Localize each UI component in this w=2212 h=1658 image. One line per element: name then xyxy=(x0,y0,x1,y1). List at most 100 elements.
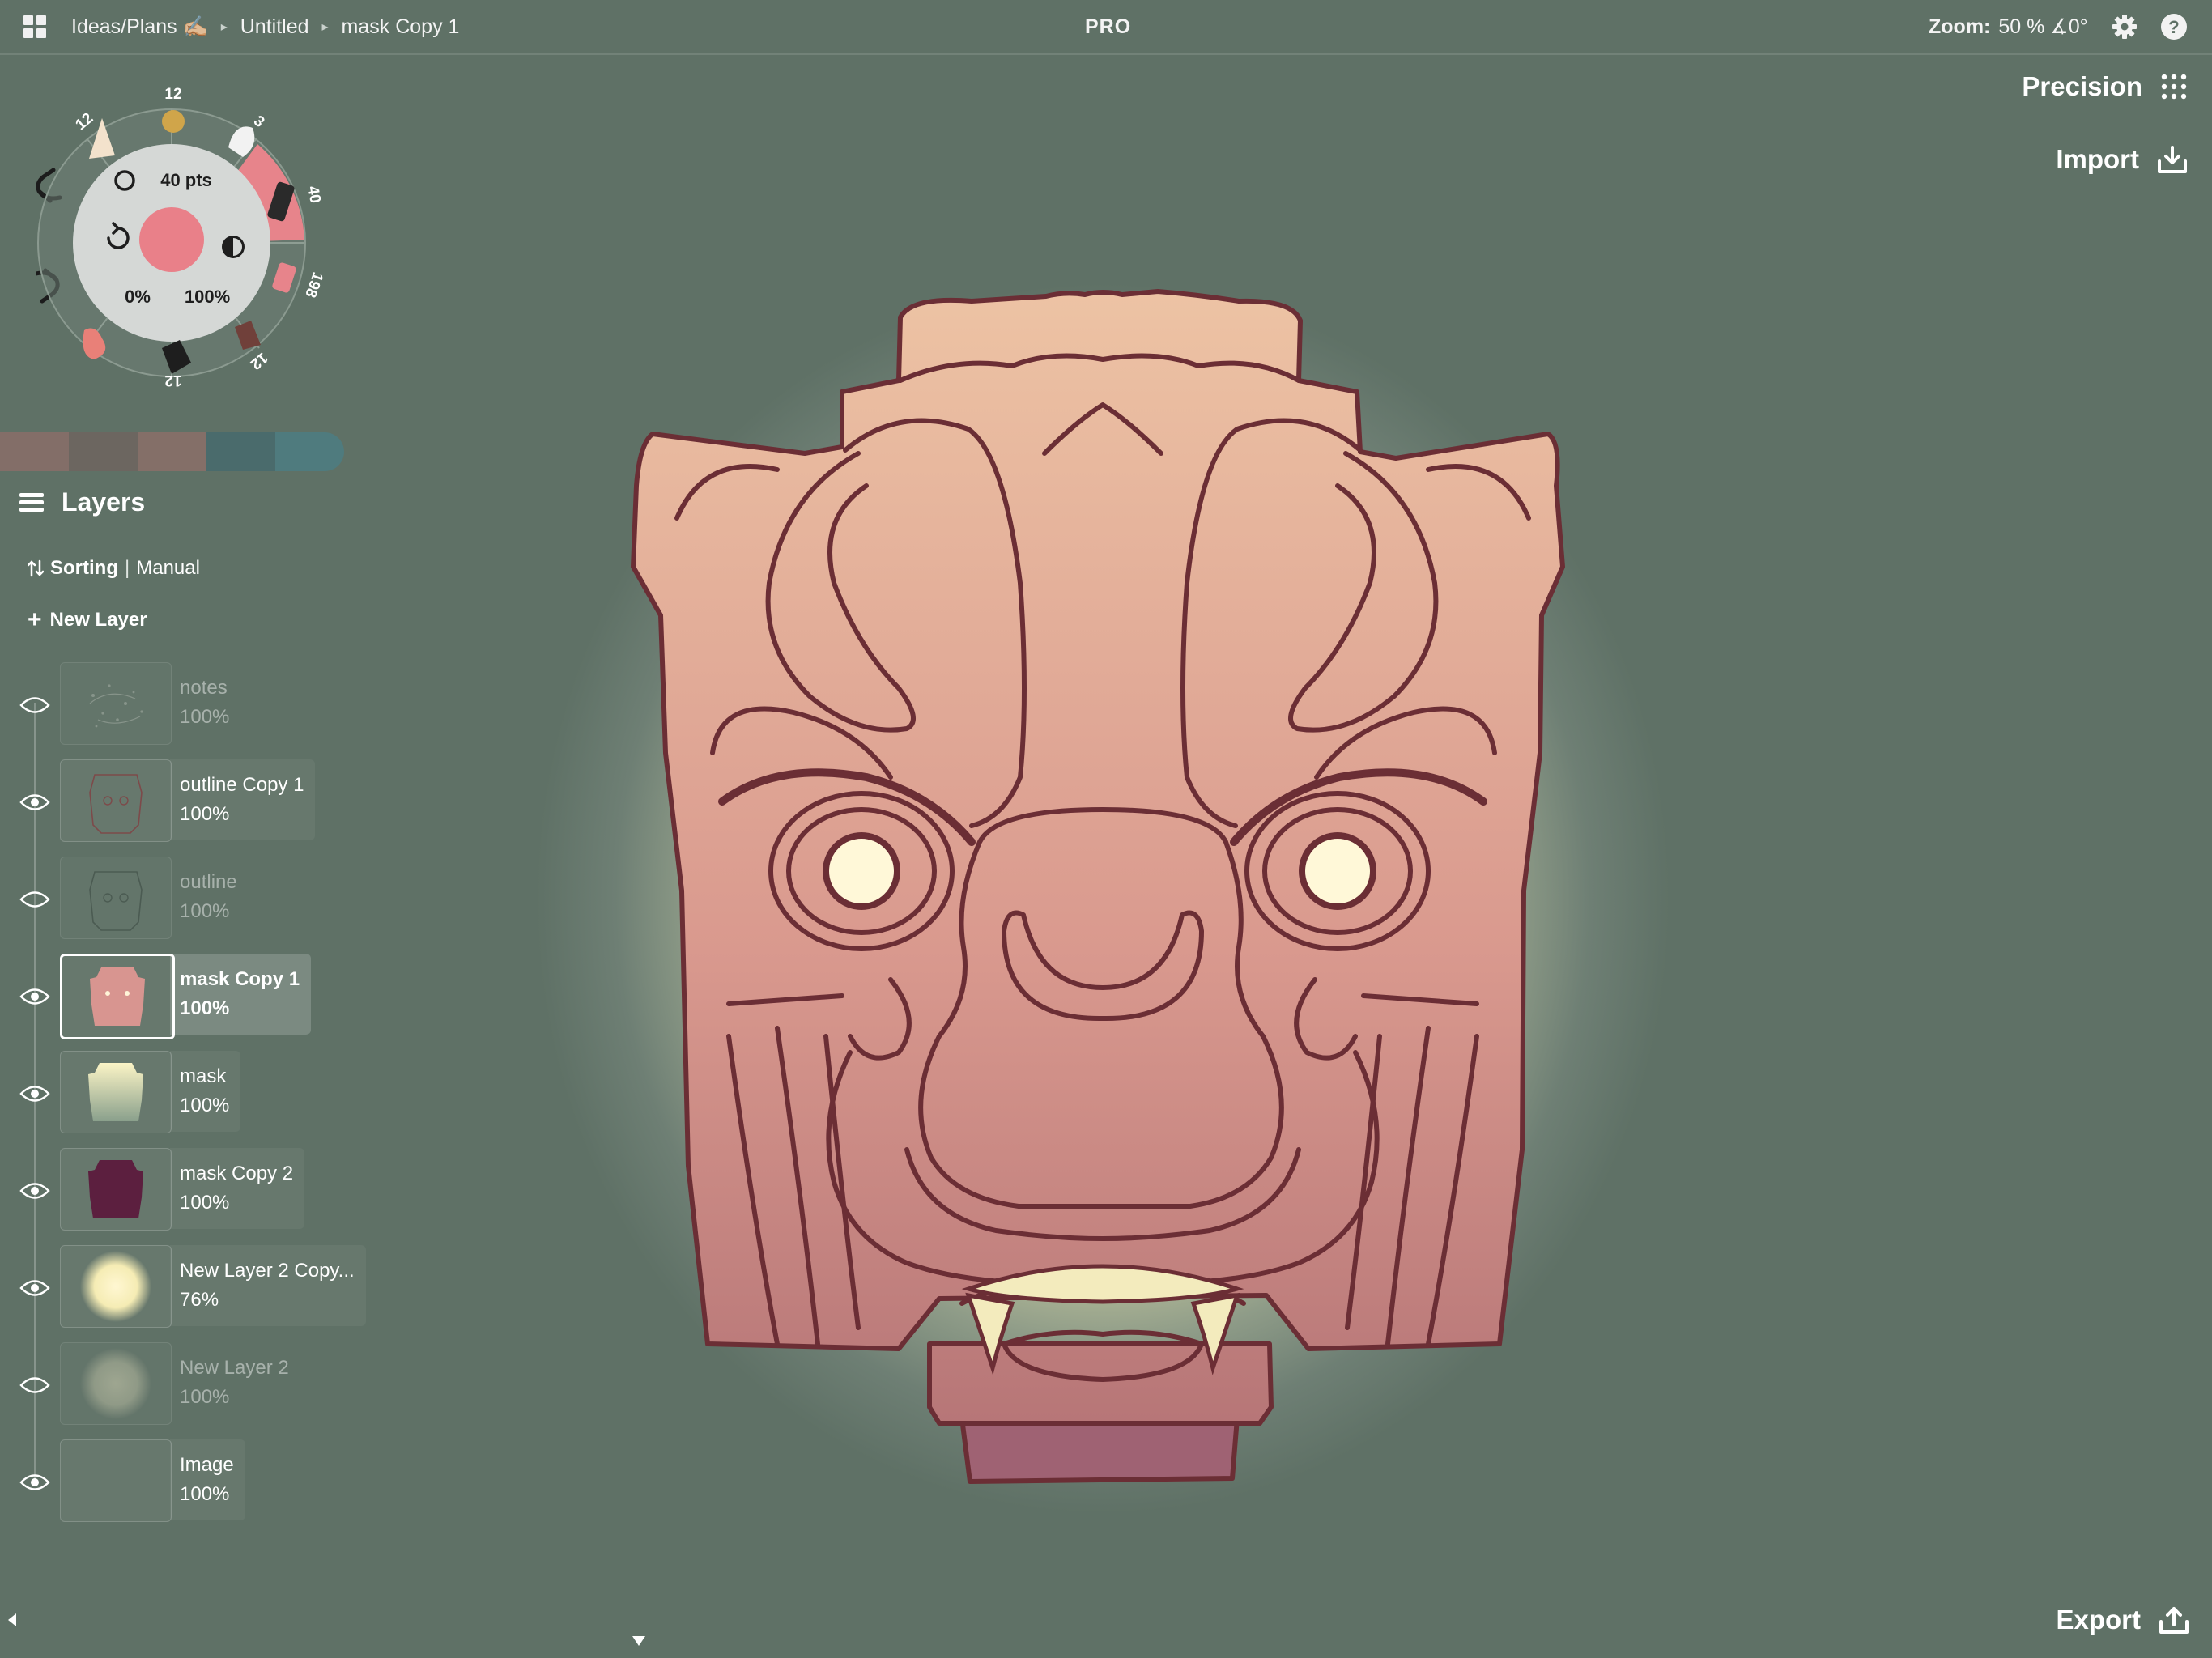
layer-thumbnail[interactable] xyxy=(60,1342,172,1425)
breadcrumb-drawing[interactable]: Untitled xyxy=(240,15,309,39)
top-bar: Ideas/Plans ✍🏼 ▸ Untitled ▸ mask Copy 1 … xyxy=(0,0,2212,55)
breadcrumb-layer[interactable]: mask Copy 1 xyxy=(342,15,460,39)
help-button[interactable]: ? xyxy=(2160,0,2188,53)
layer-thumbnail[interactable] xyxy=(60,759,172,842)
layer-thumbnail[interactable] xyxy=(60,857,172,939)
layers-title: Layers xyxy=(62,487,146,517)
layer-thumbnail[interactable] xyxy=(60,1148,172,1231)
sorting-separator: | xyxy=(125,557,130,579)
new-layer-button[interactable]: + New Layer xyxy=(28,606,147,633)
zoom-value: 50 % ∡0° xyxy=(1998,15,2088,38)
pro-badge[interactable]: PRO xyxy=(1085,0,1131,53)
smoothing-value[interactable]: 0% xyxy=(125,287,151,307)
import-button[interactable]: Import xyxy=(2056,144,2188,175)
layer-row[interactable]: Image 100% xyxy=(0,1435,421,1532)
eye-icon[interactable] xyxy=(19,792,50,813)
layer-name: New Layer 2 Copy... xyxy=(180,1260,355,1282)
grid-icon xyxy=(23,15,46,38)
plus-icon: + xyxy=(28,606,42,633)
layer-row[interactable]: outline 100% xyxy=(0,852,421,949)
preset-size-2: 12 xyxy=(164,86,181,103)
layer-row[interactable]: mask Copy 1 100% xyxy=(0,949,421,1046)
layer-info[interactable]: New Layer 2 100% xyxy=(170,1342,300,1423)
preset-size-7: 12 xyxy=(164,372,181,389)
layer-row[interactable]: mask 100% xyxy=(0,1046,421,1143)
eye-icon[interactable] xyxy=(19,1375,50,1396)
import-label: Import xyxy=(2056,144,2139,174)
brush-size-label[interactable]: 40 pts xyxy=(160,170,212,190)
layer-opacity: 100% xyxy=(180,706,230,728)
eye-icon[interactable] xyxy=(19,1472,50,1493)
eye-icon[interactable] xyxy=(19,1180,50,1201)
layer-info[interactable]: Image 100% xyxy=(170,1439,245,1520)
eye-icon[interactable] xyxy=(19,1083,50,1104)
layer-list: notes 100% outline Copy 1 100% outline 1… xyxy=(0,657,421,1532)
precision-button[interactable]: Precision xyxy=(2022,71,2188,102)
layer-info[interactable]: outline 100% xyxy=(170,857,249,937)
layer-row[interactable]: mask Copy 2 100% xyxy=(0,1143,421,1240)
layer-row[interactable]: New Layer 2 100% xyxy=(0,1337,421,1435)
eye-icon[interactable] xyxy=(19,889,50,910)
collapse-panel-arrow-icon[interactable] xyxy=(6,1613,18,1627)
layer-info[interactable]: outline Copy 1 100% xyxy=(170,759,316,840)
precision-label: Precision xyxy=(2022,71,2142,101)
layer-opacity: 100% xyxy=(180,1386,230,1408)
layer-row[interactable]: New Layer 2 Copy... 76% xyxy=(0,1240,421,1337)
zoom-label: Zoom: xyxy=(1929,15,1991,38)
layer-info[interactable]: mask Copy 2 100% xyxy=(170,1148,305,1229)
palette-swatch[interactable] xyxy=(275,432,344,471)
layer-name: outline xyxy=(180,871,237,893)
layer-opacity: 100% xyxy=(180,1095,230,1116)
expand-arrow-icon[interactable] xyxy=(632,1635,646,1647)
layer-thumbnail[interactable] xyxy=(60,1439,172,1522)
layer-info[interactable]: notes 100% xyxy=(170,662,240,743)
sort-icon xyxy=(28,559,44,577)
palette-swatch[interactable] xyxy=(69,432,138,471)
layer-name: Image xyxy=(180,1454,234,1476)
layer-row[interactable]: notes 100% xyxy=(0,657,421,755)
dots-grid-icon xyxy=(2161,74,2187,100)
eye-icon[interactable] xyxy=(19,986,50,1007)
sorting-label: Sorting xyxy=(50,557,118,579)
layers-icon xyxy=(19,492,44,512)
sorting-control[interactable]: Sorting | Manual xyxy=(28,557,200,580)
zoom-indicator[interactable]: Zoom: 50 % ∡0° xyxy=(1929,0,2088,53)
eye-icon[interactable] xyxy=(19,695,50,716)
layer-opacity: 100% xyxy=(180,803,230,825)
pro-label: PRO xyxy=(1085,15,1132,38)
breadcrumb-folder[interactable]: Ideas/Plans ✍🏼 xyxy=(71,15,208,39)
palette-swatch[interactable] xyxy=(0,432,69,471)
layer-info[interactable]: mask 100% xyxy=(170,1051,241,1132)
layer-name: mask Copy 2 xyxy=(180,1163,294,1184)
palette-swatch[interactable] xyxy=(138,432,206,471)
eye-icon[interactable] xyxy=(19,1278,50,1299)
layer-info[interactable]: New Layer 2 Copy... 76% xyxy=(170,1245,366,1326)
breadcrumb: Ideas/Plans ✍🏼 ▸ Untitled ▸ mask Copy 1 xyxy=(71,0,459,53)
gear-icon xyxy=(2112,15,2137,39)
layer-opacity: 76% xyxy=(180,1289,219,1311)
color-swatch-button[interactable] xyxy=(139,207,204,272)
layer-name: New Layer 2 xyxy=(180,1357,289,1379)
new-layer-label: New Layer xyxy=(49,609,147,631)
chevron-right-icon: ▸ xyxy=(220,20,228,34)
export-label: Export xyxy=(2056,1605,2141,1635)
layer-opacity: 100% xyxy=(180,1192,230,1214)
contrast-icon[interactable] xyxy=(222,236,245,258)
sorting-value: Manual xyxy=(136,557,200,579)
layer-thumbnail[interactable] xyxy=(60,954,175,1039)
brush-wheel[interactable]: 12 12 3 40 198 12 12 40 pts 0% 100% xyxy=(36,78,343,402)
export-button[interactable]: Export xyxy=(2056,1605,2189,1635)
gallery-button[interactable] xyxy=(23,0,47,53)
layer-thumbnail[interactable] xyxy=(60,1051,172,1133)
palette-swatch[interactable] xyxy=(206,432,275,471)
layer-thumbnail[interactable] xyxy=(60,1245,172,1328)
layer-name: outline Copy 1 xyxy=(180,774,304,796)
layer-row[interactable]: outline Copy 1 100% xyxy=(0,755,421,852)
layer-name: mask Copy 1 xyxy=(180,968,300,990)
layer-info[interactable]: mask Copy 1 100% xyxy=(170,954,312,1035)
layer-thumbnail[interactable] xyxy=(60,662,172,745)
settings-button[interactable] xyxy=(2112,0,2138,53)
layer-name: mask xyxy=(180,1065,227,1087)
opacity-value[interactable]: 100% xyxy=(185,287,230,307)
layers-header[interactable]: Layers xyxy=(18,487,145,517)
